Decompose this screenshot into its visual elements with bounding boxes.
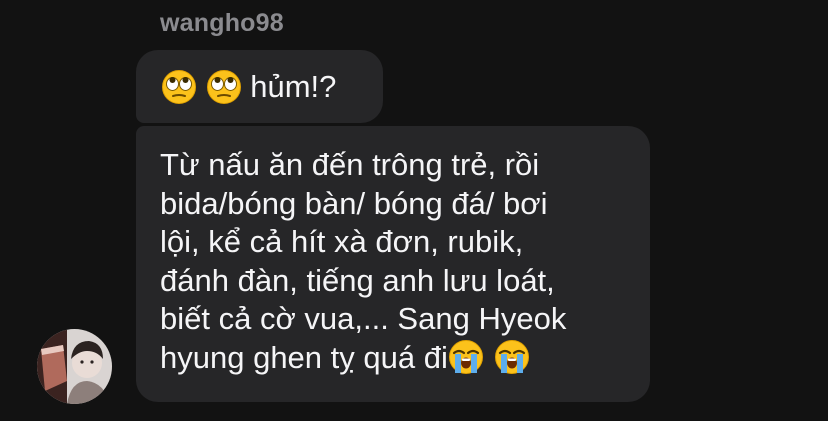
avatar-image xyxy=(37,329,112,404)
message-last-line: hyung ghen tỵ quá đi xyxy=(160,339,640,378)
message-line: biết cả cờ vua,... Sang Hyeok xyxy=(160,301,567,336)
message-bubble[interactable]: hủm!? xyxy=(136,50,383,123)
face-with-rolling-eyes-icon xyxy=(161,69,197,105)
message-content: hủm!? xyxy=(161,68,336,106)
loudly-crying-face-icon xyxy=(494,339,530,375)
loudly-crying-face-icon xyxy=(448,339,484,375)
message-content: Từ nấu ăn đến trông trẻ, rồi bida/bóng b… xyxy=(160,146,640,377)
message-line: đánh đàn, tiếng anh lưu loát, xyxy=(160,262,555,298)
sender-username: wangho98 xyxy=(160,9,284,37)
face-with-rolling-eyes-icon xyxy=(206,69,242,105)
chat-thread: wangho98 hủm!? Từ nấu ăn đến trông trẻ, … xyxy=(0,0,828,421)
message-bubble[interactable]: Từ nấu ăn đến trông trẻ, rồi bida/bóng b… xyxy=(136,126,650,402)
message-line: Từ nấu ăn đến trông trẻ, rồi xyxy=(160,147,540,182)
message-line: lội, kể cả hít xà đơn, rubik, xyxy=(160,224,524,259)
sender-avatar[interactable] xyxy=(37,329,112,404)
message-text: hủm!? xyxy=(250,69,337,104)
message-line: bida/bóng bàn/ bóng đá/ bơi xyxy=(160,185,548,221)
message-line: hyung ghen tỵ quá đi xyxy=(160,339,448,375)
